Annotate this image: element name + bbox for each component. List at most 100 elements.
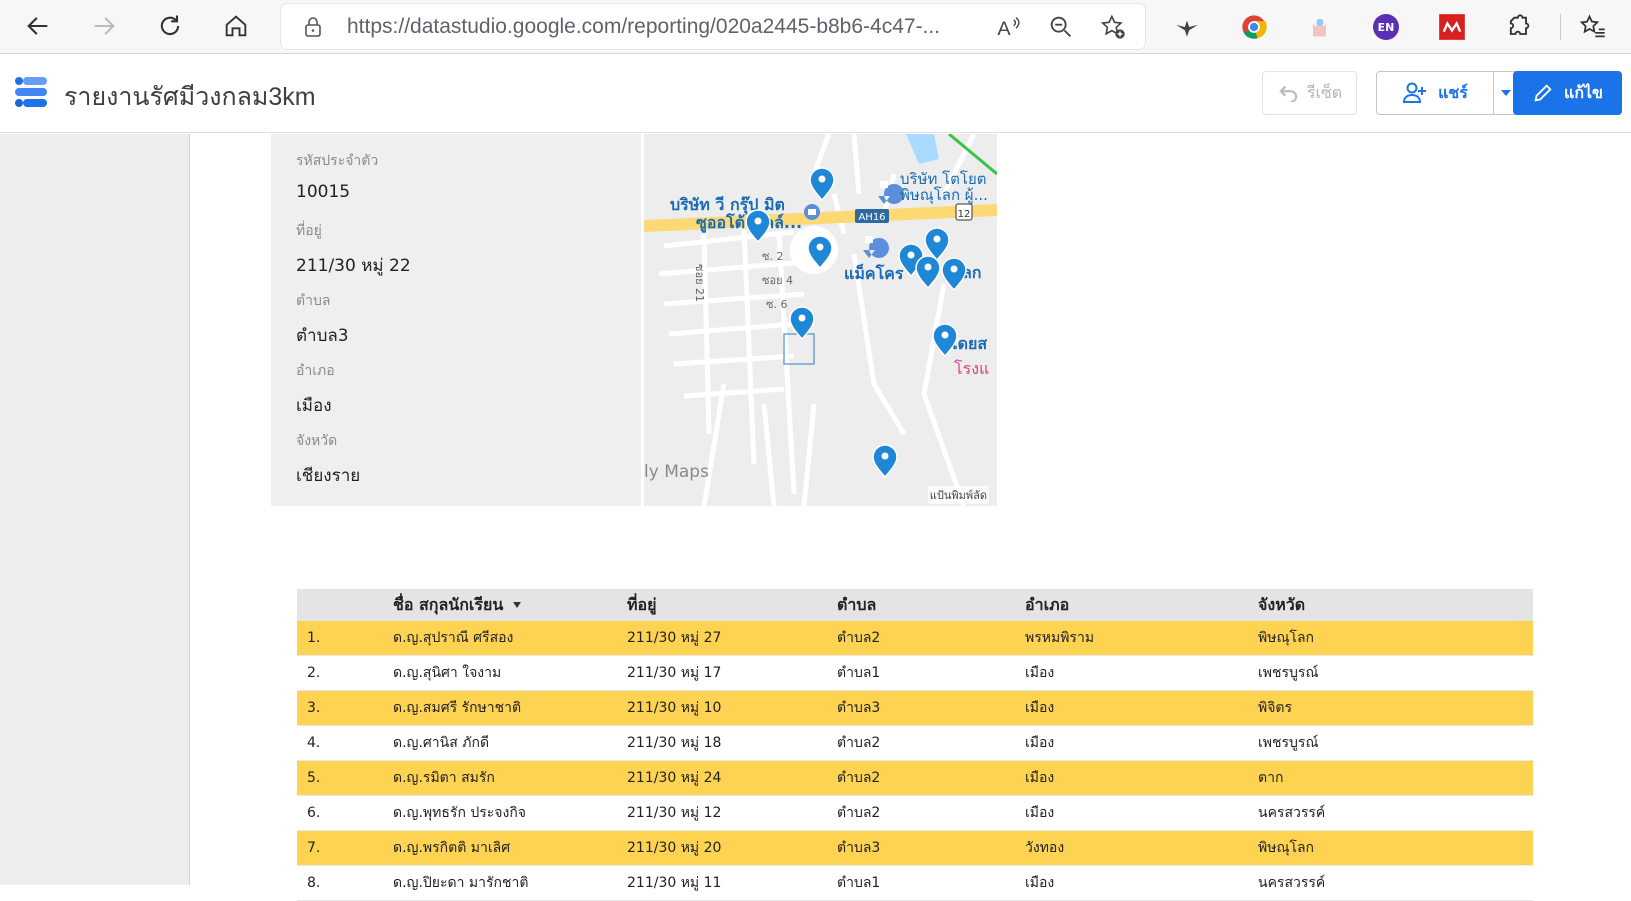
cell-province: พิษณุโลก	[1258, 630, 1315, 646]
cell-name: ด.ญ.รมิตา สมรัก	[393, 770, 495, 786]
detail-field: ตำบล ตำบล3	[296, 290, 349, 349]
student-table: ชื่อ สกุลนักเรียน ที่อยู่ ตำบล อำเภอ จัง…	[297, 589, 1533, 901]
cell-address: 211/30 หมู่ 24	[627, 770, 722, 786]
street-label: ซ. 6	[766, 298, 787, 311]
report-title[interactable]: รายงานรัศมีวงกลม3km	[64, 77, 316, 117]
map-pin-icon[interactable]	[915, 255, 941, 290]
water-body	[906, 134, 939, 164]
back-button[interactable]	[16, 6, 60, 46]
caret-down-icon	[1501, 90, 1511, 96]
cell-address: 211/30 หมู่ 20	[627, 840, 722, 856]
cell-district: เมือง	[1025, 700, 1055, 716]
table-row[interactable]: 4. ด.ญ.ศานิส ภักดี 211/30 หมู่ 18 ตำบล2 เมือ…	[297, 726, 1533, 761]
table-row[interactable]: 8. ด.ญ.ปิยะดา มารักชาติ 211/30 หมู่ 11 ตำบล…	[297, 866, 1533, 901]
detail-label: ที่อยู่	[296, 223, 322, 239]
detail-label: ตำบล	[296, 293, 331, 309]
map-brand-text: ly Maps	[644, 462, 709, 482]
edit-button[interactable]: แก้ไข	[1513, 71, 1622, 115]
detail-field: อำเภอ เมือง	[296, 360, 335, 419]
cell-name: ด.ญ.ศานิส ภักดี	[393, 735, 490, 751]
mendeley-icon[interactable]	[1435, 10, 1469, 44]
cell-name: ด.ญ.พุทธรัก ประจงกิจ	[393, 805, 527, 821]
left-gutter	[0, 134, 190, 885]
reload-button[interactable]	[148, 6, 192, 46]
poi-shopping-icon	[863, 236, 889, 258]
cell-subdistrict: ตำบล2	[837, 805, 881, 821]
map-label: แม็คโคร	[844, 262, 904, 283]
home-icon	[225, 15, 247, 37]
cell-name: ด.ญ.พรกิตติ มาเลิศ	[393, 840, 511, 856]
forward-button[interactable]	[82, 6, 126, 46]
street-label: ซอย 21	[693, 264, 706, 302]
cell-province: พิจิตร	[1258, 700, 1293, 716]
column-header-province[interactable]: จังหวัด	[1258, 593, 1533, 618]
detail-panel[interactable]: รหัสประจำตัว 10015 ที่อยู่ 211/30 หมู่ 2…	[271, 134, 641, 506]
app-header: รายงานรัศมีวงกลม3km รีเซ็ต แชร์ แก้ไข	[0, 55, 1631, 133]
zoom-out-icon[interactable]	[1047, 13, 1075, 41]
add-person-icon	[1403, 82, 1427, 103]
cell-district: เมือง	[1025, 665, 1055, 681]
reset-label: รีเซ็ต	[1306, 82, 1343, 102]
read-aloud-icon[interactable]: A	[995, 13, 1023, 41]
reset-button[interactable]: รีเซ็ต	[1262, 71, 1357, 115]
detail-label: จังหวัด	[296, 433, 338, 449]
cell-subdistrict: ตำบล1	[837, 665, 881, 681]
cell-district: เมือง	[1025, 735, 1055, 751]
detail-value: เชียงราย	[296, 466, 361, 486]
table-row[interactable]: 1. ด.ญ.สุปราณี ศรีสอง 211/30 หมู่ 27 ตำบล2 พ…	[297, 621, 1533, 656]
map-pin-icon[interactable]	[924, 227, 950, 262]
map-canvas[interactable]: AH16 12 บริษัท วี กรุ๊ป มิต ซูออโต้ออลล์…	[644, 134, 997, 506]
cell-address: 211/30 หมู่ 12	[627, 805, 722, 821]
favorites-icon[interactable]	[1576, 10, 1610, 44]
home-button[interactable]	[214, 6, 258, 46]
table-row[interactable]: 6. ด.ญ.พุทธรัก ประจงกิจ 211/30 หมู่ 12 ตำบล…	[297, 796, 1533, 831]
detail-field: จังหวัด เชียงราย	[296, 430, 360, 489]
share-button[interactable]: แชร์	[1376, 71, 1494, 115]
pencil-icon	[1534, 84, 1552, 102]
cell-subdistrict: ตำบล2	[837, 735, 881, 751]
cell-district: พรหมพิราม	[1025, 630, 1095, 646]
map-pin-icon[interactable]	[809, 167, 835, 202]
forward-arrow-icon	[94, 17, 115, 35]
reload-icon	[160, 15, 180, 36]
sort-desc-icon[interactable]	[513, 602, 522, 608]
column-header-district[interactable]: อำเภอ	[1025, 593, 1258, 618]
cell-subdistrict: ตำบล2	[837, 770, 881, 786]
detail-value: ตำบล3	[296, 326, 349, 346]
map-pin-icon[interactable]	[872, 444, 898, 479]
column-header-name-label: ชื่อ สกุลนักเรียน	[393, 594, 504, 614]
map-view[interactable]: AH16 12 บริษัท วี กรุ๊ป มิต ซูออโต้ออลล์…	[644, 134, 997, 506]
keyboard-shortcuts-link[interactable]: แป้นพิมพ์ลัด	[927, 486, 989, 504]
cell-subdistrict: ตำบล3	[837, 840, 881, 856]
table-row[interactable]: 7. ด.ญ.พรกิตติ มาเลิศ 211/30 หมู่ 20 ตำบล3 ว…	[297, 831, 1533, 866]
chrome-icon[interactable]	[1237, 10, 1271, 44]
undo-icon	[1279, 85, 1297, 102]
table-row[interactable]: 3. ด.ญ.สมศรี รักษาชาติ 211/30 หมู่ 10 ตำบล3…	[297, 691, 1533, 726]
column-header-address[interactable]: ที่อยู่	[627, 593, 837, 618]
add-favorite-icon[interactable]	[1099, 13, 1127, 41]
detail-field: ที่อยู่ 211/30 หมู่ 22	[296, 220, 411, 279]
address-bar[interactable]: https://datastudio.google.com/reporting/…	[281, 4, 1145, 49]
table-row[interactable]: 5. ด.ญ.รมิตา สมรัก 211/30 หมู่ 24 ตำบล2 เมือ…	[297, 761, 1533, 796]
back-arrow-icon	[27, 17, 48, 35]
cell-province: เพชรบูรณ์	[1258, 735, 1319, 751]
puzzle-icon[interactable]	[1502, 10, 1536, 44]
road-shield-ah16-label: AH16	[858, 212, 885, 223]
cell-name: ด.ญ.ปิยะดา มารักชาติ	[393, 875, 529, 891]
cell-address: 211/30 หมู่ 10	[627, 700, 722, 716]
hands-extension-icon[interactable]	[1303, 10, 1337, 44]
edit-label: แก้ไข	[1564, 82, 1603, 102]
en-extension-icon[interactable]: EN	[1369, 10, 1403, 44]
cell-index: 7.	[307, 840, 321, 856]
cell-index: 2.	[307, 665, 321, 681]
cell-subdistrict: ตำบล3	[837, 700, 881, 716]
cell-address: 211/30 หมู่ 18	[627, 735, 722, 751]
cell-index: 3.	[307, 700, 321, 716]
map-label: โรงแ	[954, 359, 989, 378]
crane-extension-icon[interactable]	[1170, 10, 1204, 44]
cell-subdistrict: ตำบล1	[837, 875, 881, 891]
detail-field: รหัสประจำตัว 10015	[296, 150, 378, 202]
column-header-subdistrict[interactable]: ตำบล	[837, 593, 1025, 618]
table-row[interactable]: 2. ด.ญ.สุนิศา ใจงาม 211/30 หมู่ 17 ตำบล1 เมื…	[297, 656, 1533, 691]
column-header-name[interactable]: ชื่อ สกุลนักเรียน	[393, 593, 627, 618]
